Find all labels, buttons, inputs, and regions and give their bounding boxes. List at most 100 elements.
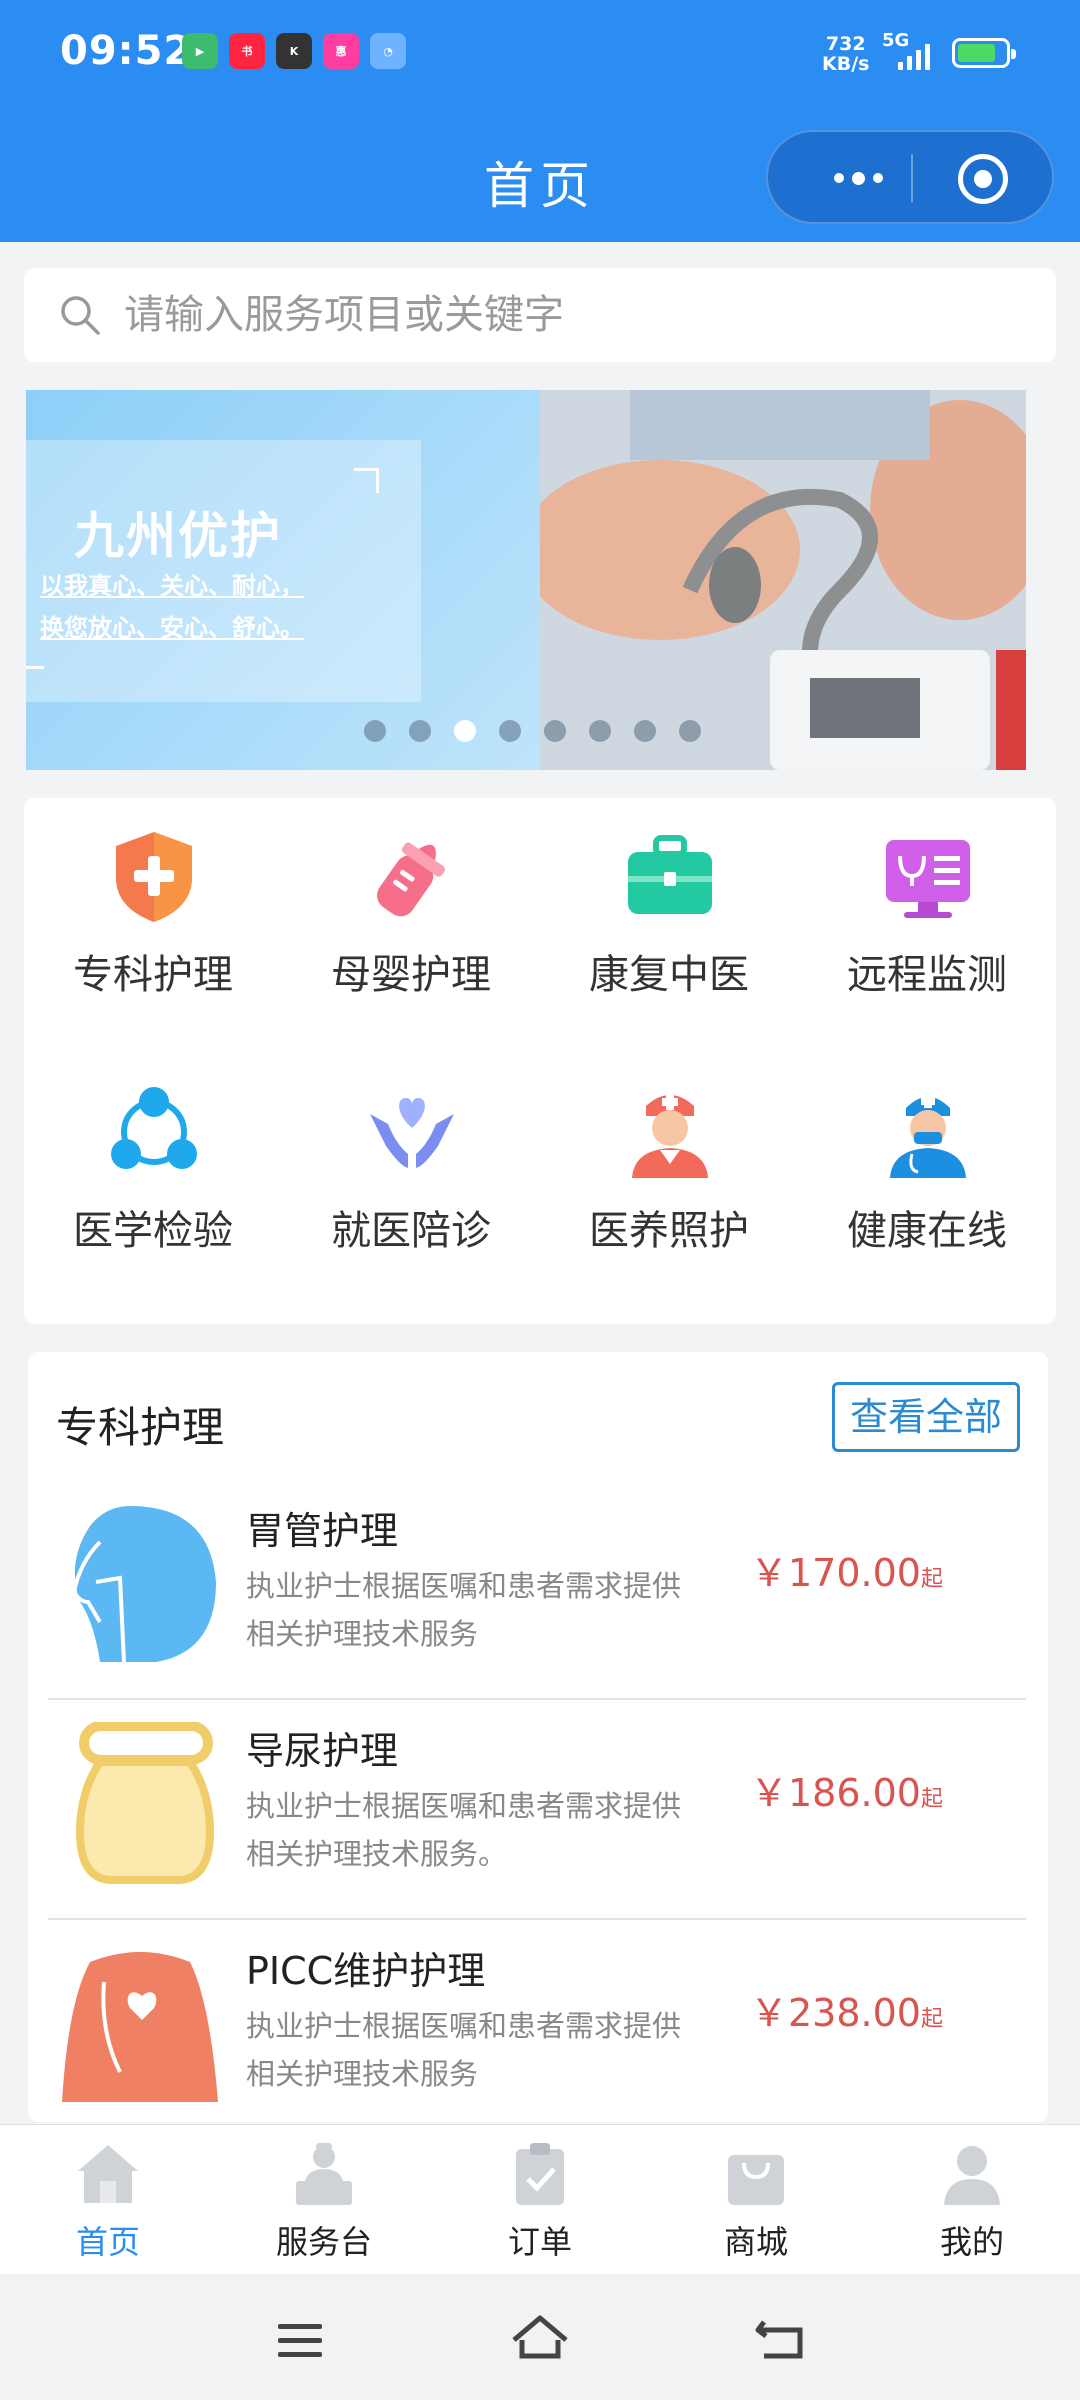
close-target-icon[interactable] [958,154,1008,204]
mini-program-capsule [766,130,1054,224]
carousel-dot[interactable] [454,720,476,742]
carousel-dot[interactable] [544,720,566,742]
carousel-dot[interactable] [499,720,521,742]
price-suffix: 起 [920,1787,943,1812]
bottom-tab-bar: 首页 服务台 订单 商城 我的 [0,2124,1080,2275]
category-label: 健康在线 [847,1208,1007,1254]
category-label: 母婴护理 [331,952,491,998]
category-item[interactable]: 母婴护理 [282,798,540,1038]
tab-label: 商城 [723,2223,788,2261]
tab-home[interactable]: 首页 [0,2125,216,2275]
banner-photo-blood-pressure [520,390,1026,770]
carousel-dot[interactable] [409,720,431,742]
network-speed: 732 KB/s [822,34,869,74]
service-price: ￥238.00起 [750,1982,943,2037]
clock-app-icon: ◔ [370,33,406,69]
service-description: 执业护士根据医嘱和患者需求提供相关护理技术服务。 [246,1789,682,1871]
remote-monitor-icon [886,840,970,918]
service-item[interactable]: 导尿护理 执业护士根据医嘱和患者需求提供相关护理技术服务。 ￥186.00起 [48,1700,1026,1920]
nurse-icon [632,1094,708,1178]
home-icon [78,2145,138,2203]
status-time: 09:52 [60,28,193,74]
tab-service-desk[interactable]: 服务台 [216,2125,432,2275]
picc-body-icon [62,1952,218,2102]
video-app-icon: ▶ [182,33,218,69]
baby-bottle-icon [377,842,446,917]
banner-title: 九州优护 [74,507,282,565]
blood-pressure-illustration [520,390,1026,770]
tab-label: 首页 [75,2223,140,2261]
search-input[interactable] [122,291,1006,339]
service-price: ￥186.00起 [750,1762,943,1817]
carousel-dot[interactable] [589,720,611,742]
order-clipboard-icon [516,2143,564,2205]
service-item[interactable]: PICC维护护理 执业护士根据医嘱和患者需求提供相关护理技术服务 ￥238.00… [48,1920,1026,2122]
lab-test-icon [111,1087,197,1169]
service-item[interactable]: 胃管护理 执业护士根据医嘱和患者需求提供相关护理技术服务 ￥170.00起 [48,1480,1026,1700]
category-item[interactable]: 医学检验 [24,1054,282,1294]
price-value: ￥170.00 [750,1551,921,1595]
urine-bottle-icon [75,1722,215,1884]
category-grid: 专科护理 母婴护理 康复中医 远程监测 医学检验 就医陪诊 医养照护 健康在线 [24,798,1056,1324]
service-price: ￥170.00起 [750,1542,943,1597]
home-nav-icon[interactable] [510,2310,570,2370]
notification-icons: ▶ 书 K 惠 ◔ [182,33,406,69]
price-value: ￥186.00 [750,1771,921,1815]
user-icon [944,2146,1000,2205]
gastric-tube-icon [71,1506,216,1663]
search-icon [61,296,100,335]
tab-label: 服务台 [275,2223,372,2261]
service-description: 执业护士根据医嘱和患者需求提供相关护理技术服务 [246,2009,682,2091]
signal-icon [898,42,930,70]
back-icon[interactable] [750,2310,810,2370]
caring-hands-icon [370,1098,454,1168]
menu-icon[interactable] [270,2310,330,2370]
banner-subtitle-2: 换您放心、安心、舒心。 [40,614,304,642]
carousel-indicator[interactable] [364,720,701,742]
banner-subtitle-1: 以我真心、关心、耐心， [40,572,304,600]
shopping-bag-icon [728,2155,784,2205]
carousel-dot[interactable] [634,720,656,742]
more-icon[interactable] [808,160,908,196]
tab-label: 订单 [507,2223,572,2261]
carousel-dot[interactable] [679,720,701,742]
tab-orders[interactable]: 订单 [432,2125,648,2275]
tab-mine[interactable]: 我的 [864,2125,1080,2275]
category-item[interactable]: 专科护理 [24,798,282,1038]
doctor-icon [890,1094,966,1178]
category-label: 专科护理 [73,952,233,998]
service-name: 导尿护理 [246,1729,399,1773]
view-all-button[interactable]: 查看全部 [832,1382,1020,1452]
category-label: 远程监测 [847,952,1007,998]
network-speed-unit: KB/s [822,53,870,75]
shopping-app-icon: 惠 [323,33,359,69]
banner-carousel[interactable]: 九州优护 以我真心、关心、耐心， 换您放心、安心、舒心。 [26,390,1026,770]
category-label: 医养照护 [589,1208,749,1254]
category-label: 医学检验 [73,1208,233,1254]
price-suffix: 起 [920,1567,943,1592]
carousel-dot[interactable] [364,720,386,742]
category-item[interactable]: 远程监测 [798,798,1056,1038]
category-label: 康复中医 [589,952,749,998]
category-item[interactable]: 健康在线 [798,1054,1056,1294]
specialty-nursing-section: 专科护理 查看全部 胃管护理 执业护士根据医嘱和患者需求提供相关护理技术服务 ￥… [28,1352,1048,2122]
system-navigation-bar [0,2274,1080,2400]
section-title: 专科护理 [56,1403,225,1452]
medical-kit-icon [628,835,712,914]
service-name: 胃管护理 [246,1509,399,1553]
battery-icon [952,38,1016,68]
shield-plus-icon [116,832,192,922]
network-speed-value: 732 [825,33,866,55]
service-desk-icon [296,2143,352,2205]
category-item[interactable]: 就医陪诊 [282,1054,540,1294]
banner-slide: 九州优护 以我真心、关心、耐心， 换您放心、安心、舒心。 [26,390,540,770]
tab-mall[interactable]: 商城 [648,2125,864,2275]
price-value: ￥238.00 [750,1991,921,2035]
top-bar: 09:52 ▶ 书 K 惠 ◔ 732 KB/s 5G 首页 [0,0,1080,242]
tab-label: 我的 [939,2223,1004,2261]
category-item[interactable]: 医养照护 [540,1054,798,1294]
search-bar[interactable] [24,268,1056,362]
service-description: 执业护士根据医嘱和患者需求提供相关护理技术服务 [246,1569,682,1651]
k-app-icon: K [276,33,312,69]
category-item[interactable]: 康复中医 [540,798,798,1038]
